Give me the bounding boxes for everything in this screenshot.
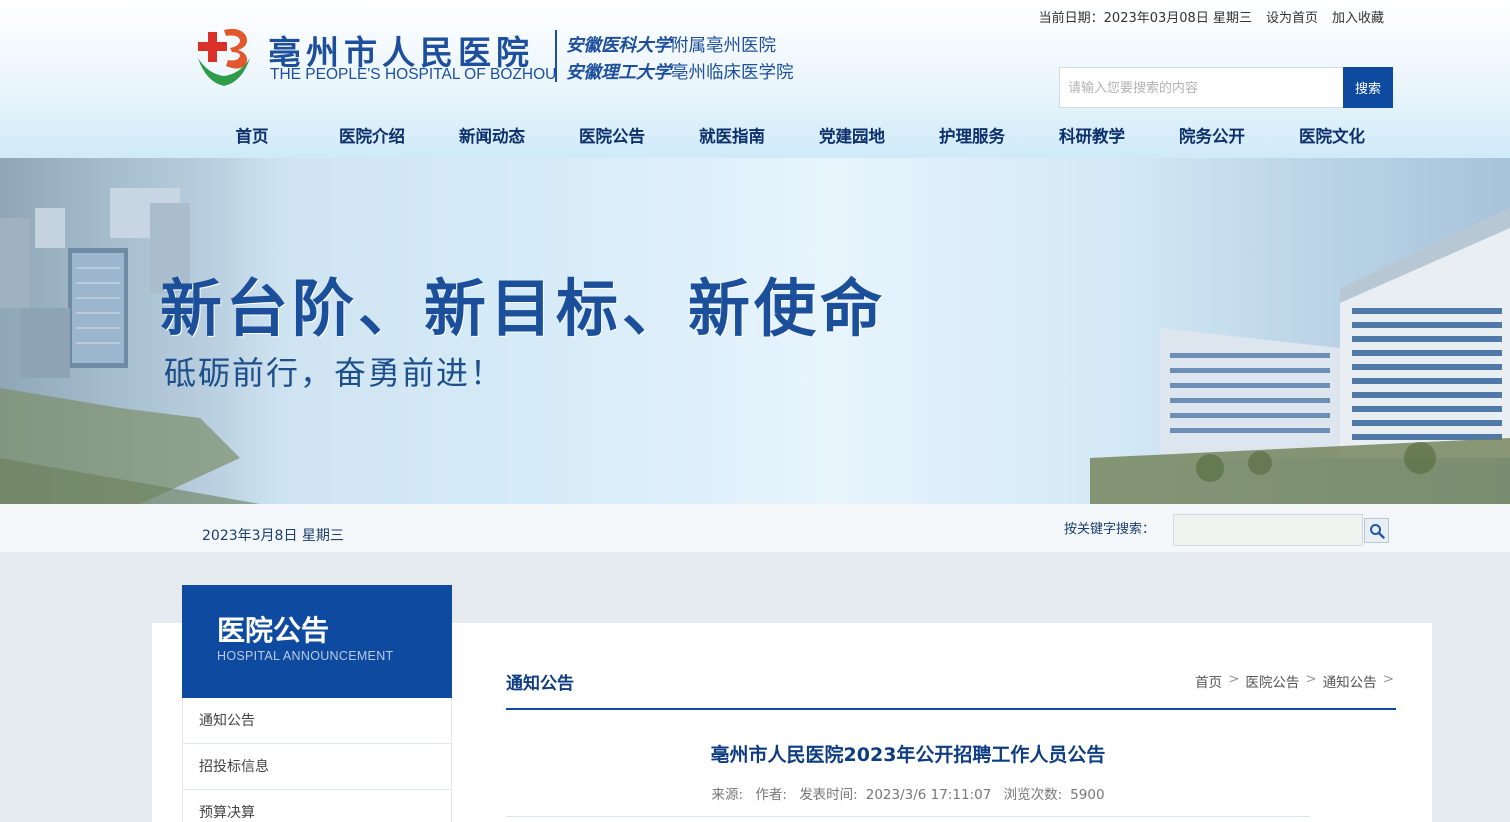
affiliation-line-1: 安徽医科大学附属亳州医院 — [566, 32, 776, 57]
article-source-label: 来源: — [711, 787, 744, 803]
nav-item-news[interactable]: 新闻动态 — [432, 118, 552, 156]
affiliation-1-university: 安徽医科大学 — [566, 36, 671, 56]
banner-title: 新台阶、新目标、新使命 — [160, 272, 887, 345]
date-search-bar: 2023年3月8日 星期三 按关键字搜索： — [0, 504, 1510, 552]
nav-item-home[interactable]: 首页 — [192, 118, 312, 156]
nav-item-research[interactable]: 科研教学 — [1032, 118, 1152, 156]
search-button[interactable]: 搜索 — [1343, 67, 1393, 108]
article-publish-label: 发表时间: — [799, 787, 858, 803]
section-title: 通知公告 — [506, 674, 574, 694]
search-input[interactable] — [1059, 67, 1343, 108]
hospital-logo[interactable]: 亳州市人民医院 THE PEOPLE'S HOSPITAL OF BOZHOU … — [192, 24, 812, 90]
hospital-building-illustration — [1090, 158, 1510, 504]
article-divider — [506, 816, 1310, 817]
sidebar-item-notices[interactable]: 通知公告 — [182, 698, 452, 744]
nav-item-party-building[interactable]: 党建园地 — [792, 118, 912, 156]
sidebar-menu: 通知公告 招投标信息 预算决算 — [182, 698, 452, 822]
banner-subtitle: 砥砺前行，奋勇前进！ — [164, 354, 505, 392]
magnifier-icon — [1369, 523, 1385, 539]
breadcrumb-announcements[interactable]: 医院公告 — [1245, 671, 1299, 691]
nav-item-nursing[interactable]: 护理服务 — [912, 118, 1032, 156]
breadcrumb-separator-icon: > — [1382, 671, 1394, 687]
keyword-search-label: 按关键字搜索： — [1064, 522, 1156, 537]
hospital-emblem-icon — [198, 28, 250, 86]
article-title: 亳州市人民医院2023年公开招聘工作人员公告 — [710, 744, 1106, 766]
current-date-label: 当前日期： — [1038, 11, 1104, 26]
article-views-count: 5900 — [1070, 787, 1105, 803]
affiliation-1-text: 附属亳州医院 — [671, 36, 776, 56]
sidebar-title-en: HOSPITAL ANNOUNCEMENT — [217, 649, 394, 663]
nav-item-announcements[interactable]: 医院公告 — [552, 118, 672, 156]
site-header: 当前日期：2023年03月08日 星期三 设为首页 加入收藏 亳州市人民医院 T… — [0, 0, 1510, 158]
nav-item-hospital-intro[interactable]: 医院介绍 — [312, 118, 432, 156]
sidebar-header: 医院公告 HOSPITAL ANNOUNCEMENT — [182, 585, 452, 698]
article-views-label: 浏览次数: — [1003, 787, 1063, 803]
sidebar-title-cn: 医院公告 — [217, 614, 330, 647]
sidebar-item-budget[interactable]: 预算决算 — [182, 790, 452, 822]
hospital-name-en: THE PEOPLE'S HOSPITAL OF BOZHOU — [270, 66, 557, 83]
keyword-search-input[interactable] — [1173, 514, 1363, 546]
nav-item-patient-guide[interactable]: 就医指南 — [672, 118, 792, 156]
article-author-label: 作者: — [755, 787, 787, 803]
topbar: 当前日期：2023年03月08日 星期三 设为首页 加入收藏 — [1039, 7, 1384, 26]
today-date: 2023年3月8日 星期三 — [202, 528, 344, 544]
site-search: 搜索 — [1059, 67, 1393, 108]
current-date: 当前日期：2023年03月08日 星期三 — [1039, 7, 1252, 26]
breadcrumb-home[interactable]: 首页 — [1195, 671, 1222, 691]
main-section-header: 通知公告 首页 > 医院公告 > 通知公告 > — [506, 664, 1396, 710]
breadcrumb: 首页 > 医院公告 > 通知公告 > — [1195, 671, 1394, 691]
keyword-search-button[interactable] — [1364, 518, 1389, 543]
affiliation-2-text: 亳州临床医学院 — [671, 63, 794, 83]
breadcrumb-separator-icon: > — [1228, 671, 1240, 687]
article-meta: 来源: 作者: 发表时间: 2023/3/6 17:11:07 浏览次数: 5900 — [506, 783, 1310, 803]
nav-item-affairs[interactable]: 院务公开 — [1152, 118, 1272, 156]
logo-divider — [555, 30, 557, 82]
nav-item-culture[interactable]: 医院文化 — [1272, 118, 1392, 156]
set-homepage-link[interactable]: 设为首页 — [1266, 7, 1318, 26]
affiliation-line-2: 安徽理工大学亳州临床医学院 — [566, 59, 794, 84]
article-publish-time: 2023/3/6 17:11:07 — [865, 787, 992, 803]
main-nav: 首页 医院介绍 新闻动态 医院公告 就医指南 党建园地 护理服务 科研教学 院务… — [192, 118, 1392, 156]
hero-banner: 新台阶、新目标、新使命 砥砺前行，奋勇前进！ — [0, 158, 1510, 504]
current-date-value: 2023年03月08日 星期三 — [1103, 11, 1252, 26]
breadcrumb-notices[interactable]: 通知公告 — [1323, 671, 1377, 691]
breadcrumb-separator-icon: > — [1305, 671, 1317, 687]
sidebar-item-bidding[interactable]: 招投标信息 — [182, 744, 452, 790]
add-favorite-link[interactable]: 加入收藏 — [1332, 7, 1384, 26]
affiliation-2-university: 安徽理工大学 — [566, 63, 671, 83]
